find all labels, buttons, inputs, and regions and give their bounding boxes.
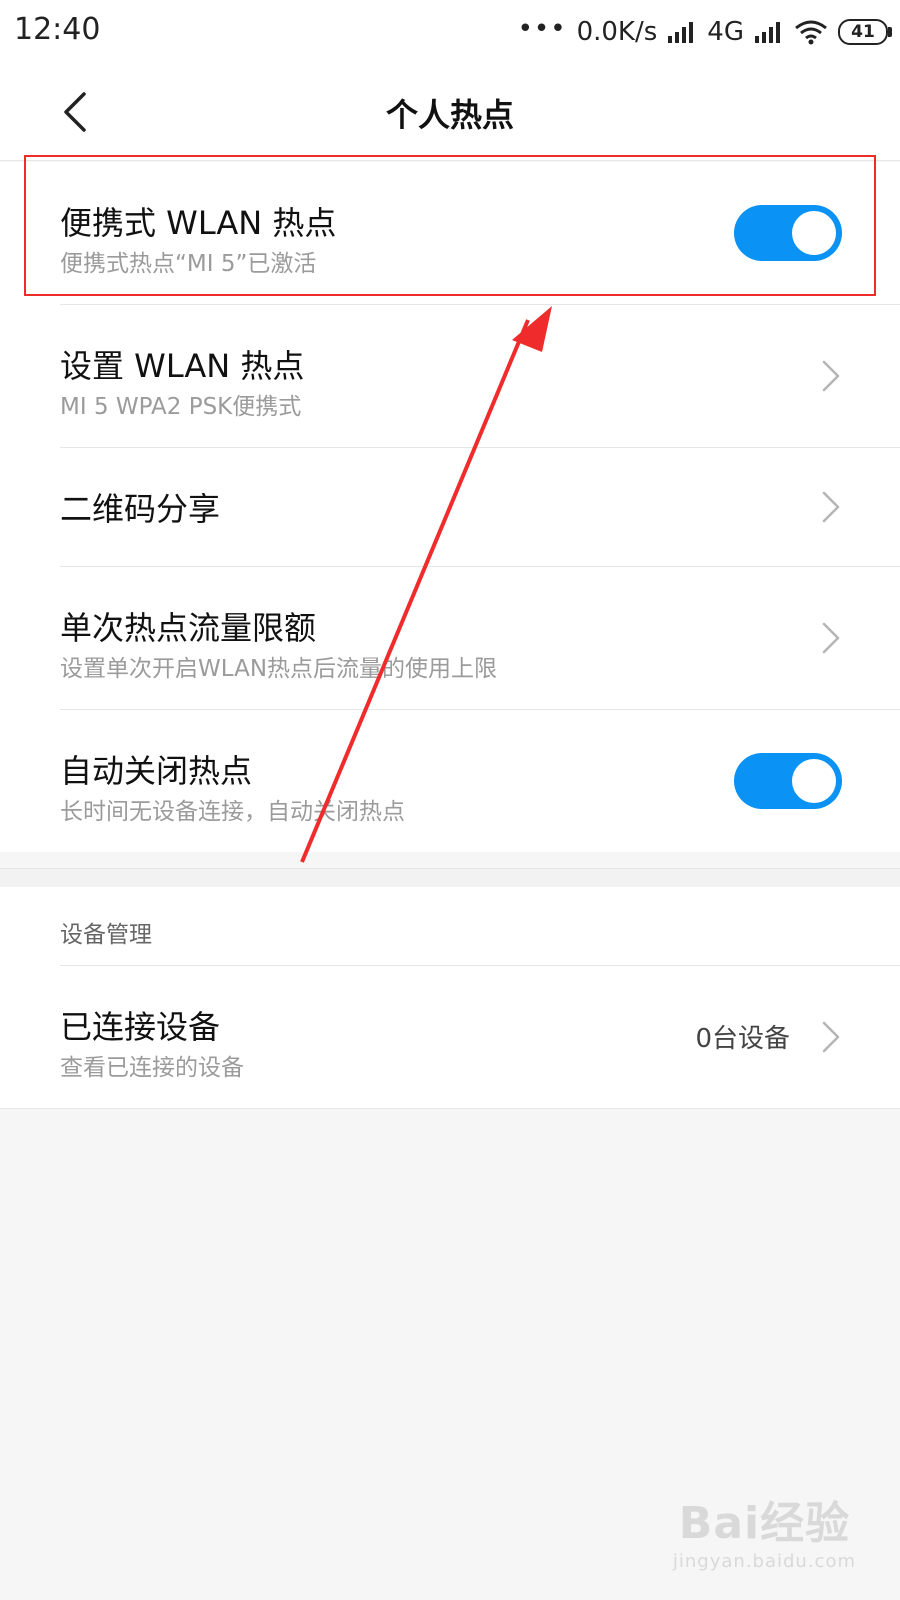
chevron-right-icon [822,622,840,654]
watermark: Bai经验 jingyan.baidu.com [673,1487,856,1572]
settings-list: 便携式 WLAN 热点 便携式热点“MI 5”已激活 设置 WLAN 热点 MI… [0,162,900,852]
status-time: 12:40 [14,12,101,47]
watermark-logo: Bai经验 [678,1498,851,1549]
more-dots-icon: ••• [517,14,567,44]
setting-title: 便携式 WLAN 热点 [60,204,337,242]
status-right: ••• 0.0K/s 4G 41 [517,10,892,54]
wifi-icon [795,20,827,45]
setting-configure-hotspot[interactable]: 设置 WLAN 热点 MI 5 WPA2 PSK便携式 [60,305,900,448]
watermark-url: jingyan.baidu.com [672,1551,856,1572]
network-speed: 0.0K/s [576,17,658,47]
setting-auto-close[interactable]: 自动关闭热点 长时间无设备连接，自动关闭热点 [60,710,900,852]
connected-count: 0台设备 [695,1024,790,1054]
toggle-knob [792,211,836,255]
portable-hotspot-toggle[interactable] [734,205,842,261]
setting-subtitle: 查看已连接的设备 [60,1055,244,1081]
auto-close-toggle[interactable] [734,753,842,809]
chevron-right-icon [822,491,840,523]
setting-portable-hotspot[interactable]: 便携式 WLAN 热点 便携式热点“MI 5”已激活 [60,162,900,305]
setting-title: 二维码分享 [60,490,221,528]
app-header: 个人热点 [0,64,900,161]
chevron-right-icon [822,1021,840,1053]
setting-subtitle: 长时间无设备连接，自动关闭热点 [60,799,405,825]
signal-icon [755,22,780,43]
setting-title: 单次热点流量限额 [60,609,317,647]
status-bar: 12:40 ••• 0.0K/s 4G 41 [0,0,900,64]
setting-subtitle: MI 5 WPA2 PSK便携式 [60,394,302,420]
network-type: 4G [707,17,744,47]
toggle-knob [792,759,836,803]
chevron-right-icon [822,360,840,392]
battery-level: 41 [851,22,875,42]
device-management-section: 设备管理 已连接设备 查看已连接的设备 0台设备 [0,887,900,1109]
signal-icon [668,22,694,43]
page-title: 个人热点 [385,96,514,134]
setting-title: 自动关闭热点 [60,752,253,790]
setting-connected-devices[interactable]: 已连接设备 查看已连接的设备 0台设备 [60,966,900,1108]
setting-subtitle: 设置单次开启WLAN热点后流量的使用上限 [60,656,498,682]
section-title: 设备管理 [60,922,152,948]
setting-subtitle: 便携式热点“MI 5”已激活 [60,251,317,277]
setting-data-limit[interactable]: 单次热点流量限额 设置单次开启WLAN热点后流量的使用上限 [60,567,900,710]
section-divider [0,868,900,888]
setting-title: 已连接设备 [60,1008,221,1046]
setting-title: 设置 WLAN 热点 [60,347,305,385]
battery-icon: 41 [838,19,892,45]
setting-qr-share[interactable]: 二维码分享 [60,448,900,567]
section-header: 设备管理 [60,887,900,966]
